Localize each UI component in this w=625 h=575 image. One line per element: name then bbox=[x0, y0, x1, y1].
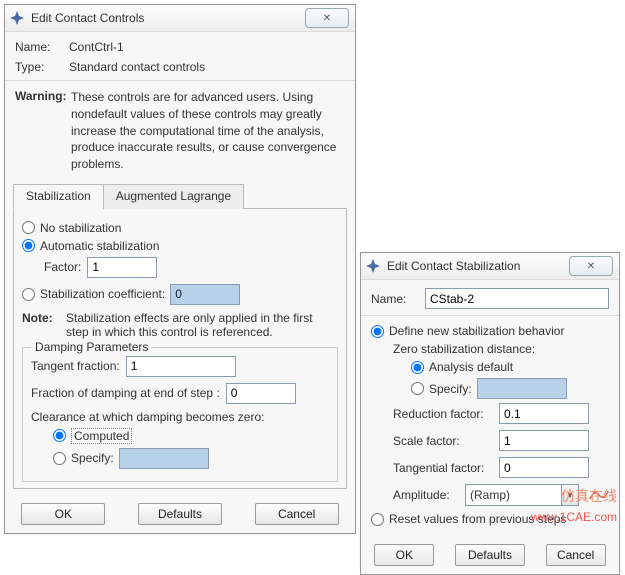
type-value: Standard contact controls bbox=[69, 60, 205, 74]
stabilization-panel: No stabilization Automatic stabilization… bbox=[13, 209, 347, 489]
reduction-factor-input[interactable] bbox=[499, 403, 589, 424]
clearance-label: Clearance at which damping becomes zero: bbox=[31, 410, 329, 424]
amplitude-select[interactable]: (Ramp) ▾ bbox=[465, 484, 579, 506]
clearance-specify-input[interactable] bbox=[119, 448, 209, 469]
label-automatic-stabilization: Automatic stabilization bbox=[40, 239, 159, 253]
chevron-down-icon: ▾ bbox=[561, 485, 578, 505]
amplitude-label: Amplitude: bbox=[393, 488, 459, 502]
cancel-button[interactable]: Cancel bbox=[255, 503, 339, 525]
ok-button[interactable]: OK bbox=[21, 503, 105, 525]
dialog-title: Edit Contact Stabilization bbox=[387, 259, 563, 273]
amplitude-curve-icon[interactable] bbox=[589, 487, 609, 503]
radio-zero-specify[interactable] bbox=[411, 382, 424, 395]
zero-specify-input[interactable] bbox=[477, 378, 567, 399]
radio-define-new[interactable] bbox=[371, 325, 384, 338]
damping-parameters-group: Damping Parameters Tangent fraction: Fra… bbox=[22, 347, 338, 482]
tab-bar: Stabilization Augmented Lagrange bbox=[13, 183, 347, 209]
scale-factor-label: Scale factor: bbox=[393, 434, 493, 448]
label-reset-values: Reset values from previous steps bbox=[389, 512, 566, 526]
app-icon bbox=[9, 10, 25, 26]
name-label: Name: bbox=[371, 292, 419, 306]
name-value: ContCtrl-1 bbox=[69, 40, 124, 54]
app-icon bbox=[365, 258, 381, 274]
tab-stabilization[interactable]: Stabilization bbox=[13, 184, 104, 209]
titlebar: Edit Contact Controls ✕ bbox=[5, 5, 355, 32]
label-clearance-computed: Computed bbox=[71, 428, 132, 444]
label-no-stabilization: No stabilization bbox=[40, 221, 121, 235]
radio-analysis-default[interactable] bbox=[411, 361, 424, 374]
radio-automatic-stabilization[interactable] bbox=[22, 239, 35, 252]
scale-factor-input[interactable] bbox=[499, 430, 589, 451]
note-text: Stabilization effects are only applied i… bbox=[66, 311, 338, 339]
type-label: Type: bbox=[15, 60, 63, 74]
label-define-new: Define new stabilization behavior bbox=[389, 324, 564, 338]
warning-text: These controls are for advanced users. U… bbox=[71, 89, 345, 173]
amplitude-value: (Ramp) bbox=[466, 488, 561, 502]
tangent-fraction-label: Tangent fraction: bbox=[31, 359, 120, 373]
fraction-end-label: Fraction of damping at end of step : bbox=[31, 386, 220, 400]
note-label: Note: bbox=[22, 311, 60, 339]
close-button[interactable]: ✕ bbox=[305, 8, 349, 28]
dialog-title: Edit Contact Controls bbox=[31, 11, 299, 25]
fraction-end-input[interactable] bbox=[226, 383, 296, 404]
radio-clearance-computed[interactable] bbox=[53, 429, 66, 442]
titlebar: Edit Contact Stabilization ✕ bbox=[361, 253, 619, 280]
name-label: Name: bbox=[15, 40, 63, 54]
edit-contact-controls-dialog: Edit Contact Controls ✕ Name: ContCtrl-1… bbox=[4, 4, 356, 534]
name-input[interactable] bbox=[425, 288, 609, 309]
defaults-button[interactable]: Defaults bbox=[455, 544, 525, 566]
factor-input[interactable] bbox=[87, 257, 157, 278]
defaults-button[interactable]: Defaults bbox=[138, 503, 222, 525]
cancel-button[interactable]: Cancel bbox=[546, 544, 606, 566]
ok-button[interactable]: OK bbox=[374, 544, 434, 566]
tab-augmented-lagrange[interactable]: Augmented Lagrange bbox=[103, 184, 244, 209]
tangent-fraction-input[interactable] bbox=[126, 356, 236, 377]
zero-distance-label: Zero stabilization distance: bbox=[393, 342, 609, 356]
label-analysis-default: Analysis default bbox=[429, 360, 513, 374]
radio-stabilization-coefficient[interactable] bbox=[22, 288, 35, 301]
coefficient-input[interactable] bbox=[170, 284, 240, 305]
tangential-factor-input[interactable] bbox=[499, 457, 589, 478]
factor-label: Factor: bbox=[44, 260, 81, 274]
close-button[interactable]: ✕ bbox=[569, 256, 613, 276]
label-zero-specify: Specify: bbox=[429, 382, 472, 396]
damping-group-title: Damping Parameters bbox=[31, 340, 152, 354]
radio-no-stabilization[interactable] bbox=[22, 221, 35, 234]
edit-contact-stabilization-dialog: Edit Contact Stabilization ✕ Name: Defin… bbox=[360, 252, 620, 575]
reduction-factor-label: Reduction factor: bbox=[393, 407, 493, 421]
label-stabilization-coefficient: Stabilization coefficient: bbox=[40, 287, 165, 301]
tangential-factor-label: Tangential factor: bbox=[393, 461, 493, 475]
label-clearance-specify: Specify: bbox=[71, 451, 114, 465]
radio-clearance-specify[interactable] bbox=[53, 452, 66, 465]
radio-reset-values[interactable] bbox=[371, 513, 384, 526]
warning-label: Warning: bbox=[15, 89, 71, 173]
